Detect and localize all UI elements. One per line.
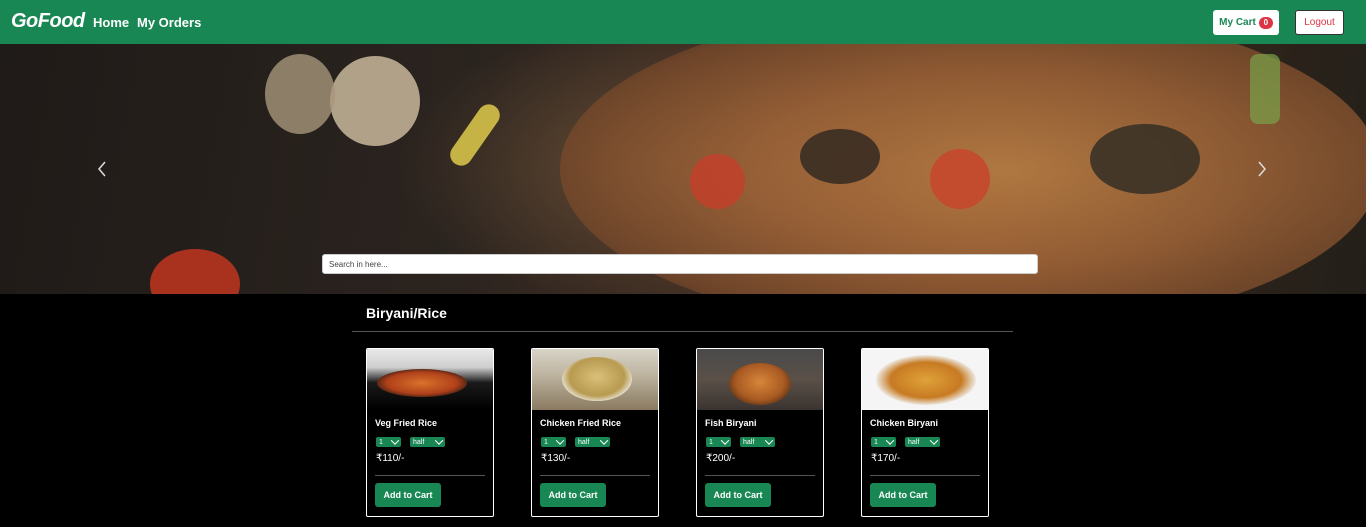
card-divider [540, 475, 650, 476]
food-card: Fish Biryani 1 half ₹200/- Add to Cart [696, 348, 824, 517]
chevron-down-icon [599, 436, 609, 445]
navbar: GoFood Home My Orders My Cart 0 Logout [0, 0, 1366, 44]
size-value: half [578, 438, 590, 446]
olive-image [1090, 124, 1200, 194]
chevron-down-icon [885, 436, 895, 445]
card-divider [705, 475, 815, 476]
chevron-left-icon[interactable] [92, 159, 112, 179]
chevron-down-icon [390, 436, 400, 445]
food-name: Chicken Fried Rice [540, 418, 622, 428]
food-image [697, 349, 823, 410]
chevron-down-icon [720, 436, 730, 445]
nav-home-link[interactable]: Home [93, 15, 129, 30]
mushroom-image [330, 56, 420, 146]
quantity-select[interactable]: 1 [376, 436, 401, 447]
food-name: Veg Fried Rice [375, 418, 438, 428]
quantity-value: 1 [379, 438, 383, 446]
size-value: half [413, 438, 425, 446]
add-to-cart-button[interactable]: Add to Cart [375, 483, 441, 507]
card-divider [870, 475, 980, 476]
food-price: ₹110/- [376, 453, 405, 464]
search-input[interactable] [322, 254, 1038, 274]
category-divider [352, 331, 1013, 332]
quantity-value: 1 [544, 438, 548, 446]
food-name: Chicken Biryani [870, 418, 939, 428]
size-value: half [743, 438, 755, 446]
food-image [862, 349, 988, 410]
tomato-image [690, 154, 745, 209]
chevron-down-icon [764, 436, 774, 445]
add-to-cart-button[interactable]: Add to Cart [705, 483, 771, 507]
chevron-down-icon [929, 436, 939, 445]
food-card: Chicken Biryani 1 half ₹170/- Add to Car… [861, 348, 989, 517]
tomato-image [930, 149, 990, 209]
quantity-select[interactable]: 1 [706, 436, 731, 447]
food-price: ₹200/- [706, 453, 736, 464]
size-select[interactable]: half [740, 436, 775, 447]
quantity-select[interactable]: 1 [541, 436, 566, 447]
size-select[interactable]: half [905, 436, 940, 447]
card-divider [375, 475, 485, 476]
olive-image [800, 129, 880, 184]
quantity-select[interactable]: 1 [871, 436, 896, 447]
quantity-value: 1 [874, 438, 878, 446]
hero-carousel [0, 44, 1366, 294]
food-price: ₹170/- [871, 453, 901, 464]
nav-my-orders-link[interactable]: My Orders [137, 15, 201, 30]
size-select[interactable]: half [575, 436, 610, 447]
food-image [532, 349, 658, 410]
food-card: Veg Fried Rice 1 half ₹110/- Add to Cart [366, 348, 494, 517]
size-value: half [908, 438, 920, 446]
pepper-image [445, 100, 505, 170]
quantity-value: 1 [709, 438, 713, 446]
my-cart-label: My Cart [1219, 17, 1256, 28]
mushroom-image [265, 54, 335, 134]
herb-image [1250, 54, 1280, 124]
tomato-image [150, 249, 240, 294]
chevron-down-icon [555, 436, 565, 445]
category-title: Biryani/Rice [366, 305, 447, 321]
my-cart-button[interactable]: My Cart 0 [1213, 10, 1279, 35]
food-name: Fish Biryani [705, 418, 757, 428]
cart-count-badge: 0 [1258, 16, 1273, 29]
add-to-cart-button[interactable]: Add to Cart [870, 483, 936, 507]
logout-button[interactable]: Logout [1295, 10, 1344, 35]
chevron-right-icon[interactable] [1252, 159, 1272, 179]
add-to-cart-button[interactable]: Add to Cart [540, 483, 606, 507]
size-select[interactable]: half [410, 436, 445, 447]
food-price: ₹130/- [541, 453, 571, 464]
food-card: Chicken Fried Rice 1 half ₹130/- Add to … [531, 348, 659, 517]
food-image [367, 349, 493, 410]
brand-logo[interactable]: GoFood [11, 10, 85, 33]
chevron-down-icon [434, 436, 444, 445]
